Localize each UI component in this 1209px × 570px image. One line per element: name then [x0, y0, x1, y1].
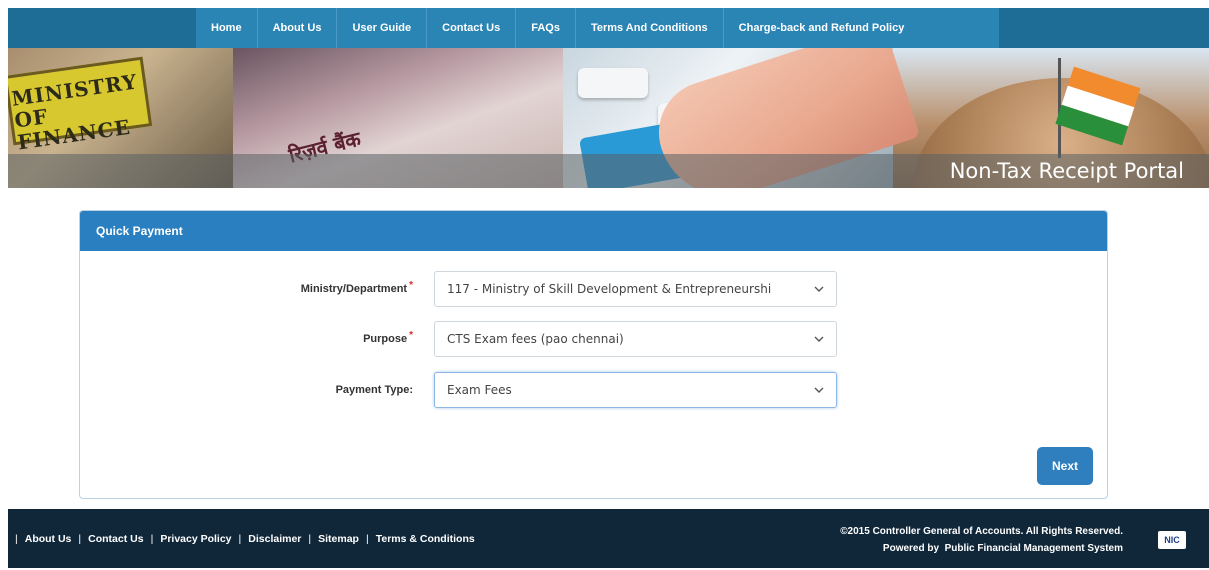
portal-title: Non-Tax Receipt Portal [949, 159, 1184, 183]
required-mark: * [409, 330, 413, 341]
footer-link-about-us[interactable]: About Us [25, 533, 72, 545]
payment-type-label: Payment Type: [335, 384, 413, 396]
header-banner: MINISTRY OF FINANCE रिज़र्व बैंक Non-Tax… [8, 48, 1209, 188]
chevron-down-icon [814, 322, 824, 356]
nav-terms-and-conditions[interactable]: Terms And Conditions [576, 8, 724, 48]
nav-home[interactable]: Home [196, 8, 258, 48]
nav-contact-us[interactable]: Contact Us [427, 8, 517, 48]
nic-logo[interactable]: NIC [1158, 531, 1186, 549]
footer: | About Us | Contact Us | Privacy Policy… [8, 509, 1209, 568]
footer-copyright-block: ©2015 Controller General of Accounts. Al… [840, 523, 1123, 557]
footer-separator: | [308, 532, 312, 545]
ministry-label: Ministry/Department * [300, 280, 413, 295]
ministry-select-value: 117 - Ministry of Skill Development & En… [447, 282, 772, 296]
chevron-down-icon [814, 272, 824, 306]
required-mark: * [409, 280, 413, 291]
purpose-select-value: CTS Exam fees (pao chennai) [447, 332, 624, 346]
nav-faqs[interactable]: FAQs [516, 8, 576, 48]
keyboard-key [578, 68, 648, 98]
nav-user-guide[interactable]: User Guide [337, 8, 428, 48]
top-navigation: Home About Us User Guide Contact Us FAQs… [8, 8, 1209, 48]
nav-menu: Home About Us User Guide Contact Us FAQs… [196, 8, 999, 48]
footer-link-contact-us[interactable]: Contact Us [88, 533, 143, 545]
copyright-text: ©2015 Controller General of Accounts. Al… [840, 526, 1123, 537]
footer-separator: | [15, 532, 18, 545]
ministry-row: Ministry/Department * 117 - Ministry of S… [80, 271, 1107, 307]
footer-link-disclaimer[interactable]: Disclaimer [248, 533, 301, 545]
footer-links: | About Us | Contact Us | Privacy Policy… [8, 509, 475, 568]
footer-separator: | [365, 532, 369, 545]
footer-link-sitemap[interactable]: Sitemap [318, 533, 359, 545]
payment-type-row: Payment Type: Exam Fees [80, 372, 1107, 408]
panel-title: Quick Payment [80, 211, 1107, 251]
powered-by-text: Powered by Public Financial Management S… [882, 543, 1123, 554]
purpose-row: Purpose * CTS Exam fees (pao chennai) [80, 321, 1107, 357]
next-button[interactable]: Next [1037, 447, 1093, 485]
payment-type-select-value: Exam Fees [447, 383, 512, 397]
ministry-select[interactable]: 117 - Ministry of Skill Development & En… [434, 271, 837, 307]
footer-link-privacy-policy[interactable]: Privacy Policy [160, 533, 231, 545]
purpose-select[interactable]: CTS Exam fees (pao chennai) [434, 321, 837, 357]
nav-about-us[interactable]: About Us [258, 8, 338, 48]
nav-chargeback-refund-policy[interactable]: Charge-back and Refund Policy [724, 8, 920, 48]
quick-payment-panel: Quick Payment Ministry/Department * 117 -… [79, 210, 1108, 499]
purpose-label: Purpose * [363, 330, 413, 345]
footer-separator: | [150, 532, 154, 545]
chevron-down-icon [814, 373, 824, 407]
footer-separator: | [78, 532, 82, 545]
footer-separator: | [238, 532, 242, 545]
footer-link-terms-conditions[interactable]: Terms & Conditions [376, 533, 475, 545]
payment-type-select[interactable]: Exam Fees [434, 372, 837, 408]
